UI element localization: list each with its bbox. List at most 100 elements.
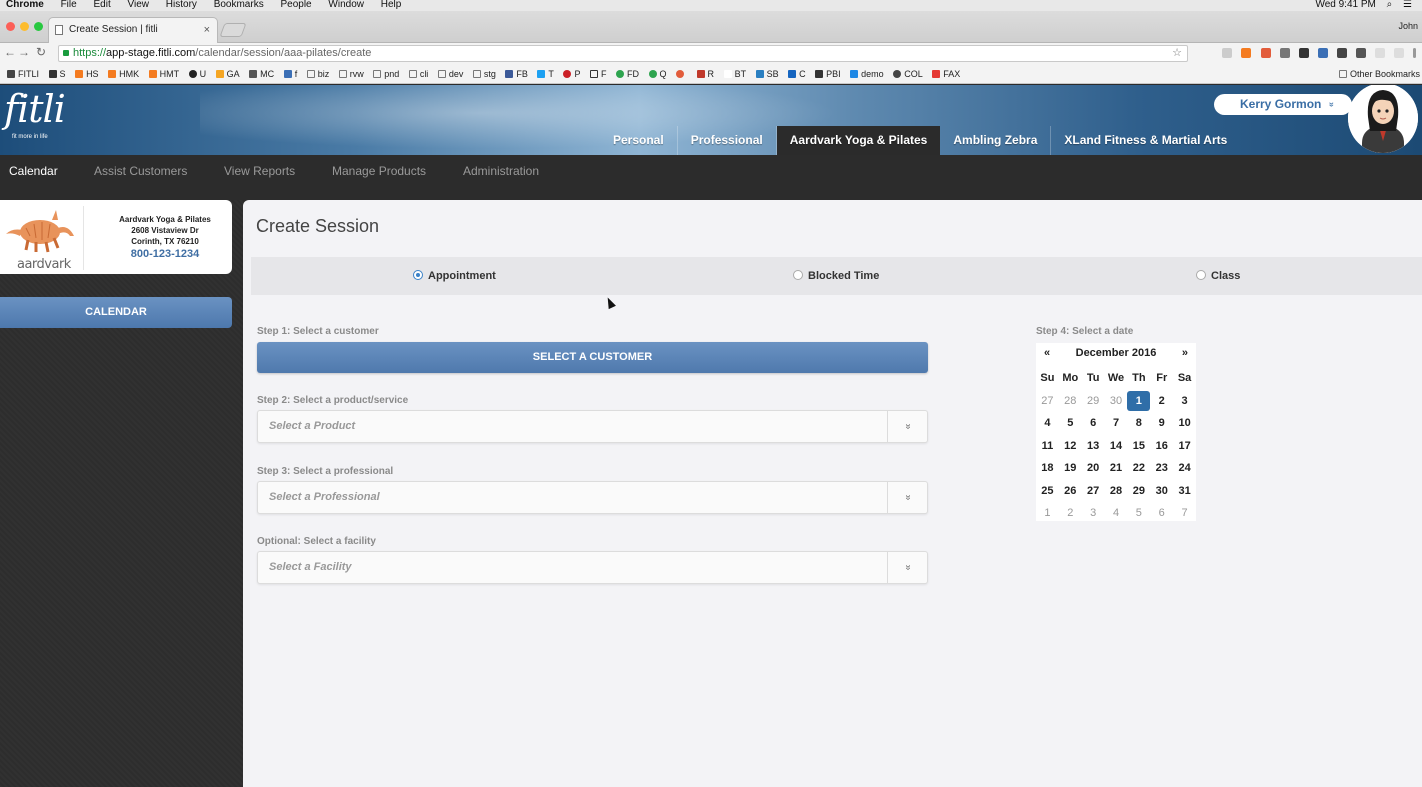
- bookmark-item[interactable]: biz: [306, 64, 329, 83]
- business-phone[interactable]: 800-123-1234: [92, 249, 238, 260]
- bookmark-item[interactable]: HMK: [108, 64, 139, 83]
- calendar-day[interactable]: 10: [1173, 412, 1196, 435]
- calendar-day[interactable]: 8: [1127, 412, 1150, 435]
- calendar-day-outside-month[interactable]: 4: [1105, 502, 1128, 525]
- menu-window[interactable]: Window: [328, 0, 364, 10]
- calendar-day-selected[interactable]: 1: [1127, 390, 1151, 411]
- bookmark-item[interactable]: FAX: [932, 64, 960, 83]
- minimize-window-icon[interactable]: [20, 22, 29, 31]
- calendar-day[interactable]: 28: [1105, 480, 1128, 503]
- professional-select[interactable]: Select a Professional »: [257, 481, 928, 514]
- bookmark-item[interactable]: Q: [648, 64, 667, 83]
- product-select[interactable]: Select a Product »: [257, 410, 928, 443]
- fitli-logo[interactable]: fitli: [4, 89, 66, 129]
- calendar-day[interactable]: 21: [1105, 457, 1128, 480]
- menu-view[interactable]: View: [128, 0, 150, 10]
- bookmark-item[interactable]: FITLI: [7, 64, 39, 83]
- avatar[interactable]: [1348, 85, 1418, 153]
- chrome-app-menu[interactable]: Chrome: [6, 0, 44, 10]
- calendar-day[interactable]: 3: [1173, 390, 1196, 413]
- menu-edit[interactable]: Edit: [93, 0, 110, 10]
- extension-icon[interactable]: [1393, 48, 1404, 58]
- extension-icon[interactable]: [1260, 48, 1271, 58]
- extension-icon[interactable]: [1279, 48, 1290, 58]
- bookmark-item[interactable]: cli: [408, 64, 428, 83]
- bookmark-item[interactable]: P: [563, 64, 580, 83]
- notification-list-icon[interactable]: ☰: [1403, 0, 1412, 10]
- bookmark-item[interactable]: MC: [249, 64, 274, 83]
- other-bookmarks-folder[interactable]: Other Bookmarks: [1338, 64, 1420, 83]
- calendar-day[interactable]: 20: [1082, 457, 1105, 480]
- calendar-day-outside-month[interactable]: 1: [1036, 502, 1059, 525]
- close-tab-icon[interactable]: ×: [204, 18, 210, 42]
- bookmark-item[interactable]: C: [788, 64, 806, 83]
- calendar-day-outside-month[interactable]: 29: [1082, 390, 1105, 413]
- calendar-day[interactable]: 26: [1059, 480, 1082, 503]
- calendar-day[interactable]: 30: [1150, 480, 1173, 503]
- calendar-day[interactable]: 14: [1105, 435, 1128, 458]
- calendar-day[interactable]: 13: [1082, 435, 1105, 458]
- radio-class[interactable]: Class: [1196, 269, 1240, 283]
- calendar-day[interactable]: 25: [1036, 480, 1059, 503]
- calendar-day-outside-month[interactable]: 27: [1036, 390, 1059, 413]
- chrome-menu-icon[interactable]: [1413, 48, 1416, 58]
- bookmark-item[interactable]: U: [188, 64, 206, 83]
- org-tab-aardvark[interactable]: Aardvark Yoga & Pilates: [776, 126, 941, 155]
- bookmark-item[interactable]: stg: [472, 64, 496, 83]
- calendar-day[interactable]: 4: [1036, 412, 1059, 435]
- menu-bookmarks[interactable]: Bookmarks: [214, 0, 264, 10]
- bookmark-item[interactable]: rvw: [338, 64, 364, 83]
- bookmark-item[interactable]: PBI: [815, 64, 841, 83]
- chevron-down-icon[interactable]: »: [887, 482, 927, 513]
- org-tab-personal[interactable]: Personal: [600, 126, 678, 155]
- extension-icon[interactable]: [1374, 48, 1385, 58]
- calendar-day-outside-month[interactable]: 30: [1105, 390, 1128, 413]
- calendar-day-outside-month[interactable]: 2: [1059, 502, 1082, 525]
- clock[interactable]: Wed 9:41 PM: [1315, 0, 1375, 10]
- calendar-day-outside-month[interactable]: 28: [1059, 390, 1082, 413]
- extension-icon[interactable]: [1222, 48, 1233, 58]
- subnav-manage-products[interactable]: Manage Products: [332, 155, 426, 188]
- calendar-button[interactable]: CALENDAR: [0, 297, 232, 328]
- org-tab-professional[interactable]: Professional: [678, 126, 777, 155]
- new-tab-button[interactable]: [219, 23, 247, 37]
- calendar-day[interactable]: 29: [1127, 480, 1150, 503]
- org-tab-xland[interactable]: XLand Fitness & Martial Arts: [1051, 126, 1240, 155]
- org-tab-ambling-zebra[interactable]: Ambling Zebra: [940, 126, 1052, 155]
- chevron-down-icon[interactable]: »: [887, 411, 927, 442]
- calendar-day[interactable]: 18: [1036, 457, 1059, 480]
- next-month-icon[interactable]: »: [1182, 347, 1188, 359]
- calendar-day-outside-month[interactable]: 5: [1127, 502, 1150, 525]
- bookmark-star-icon[interactable]: ☆: [1172, 46, 1182, 61]
- bookmark-item[interactable]: HS: [75, 64, 99, 83]
- calendar-day[interactable]: 5: [1059, 412, 1082, 435]
- calendar-day[interactable]: 24: [1173, 457, 1196, 480]
- menu-file[interactable]: File: [61, 0, 77, 10]
- address-bar[interactable]: https://app-stage.fitli.com/calendar/ses…: [58, 45, 1188, 62]
- bookmark-item[interactable]: T: [537, 64, 554, 83]
- bookmark-item[interactable]: R: [696, 64, 714, 83]
- radio-appointment[interactable]: Appointment: [413, 269, 496, 283]
- calendar-day[interactable]: 9: [1150, 412, 1173, 435]
- back-icon[interactable]: ←: [4, 45, 16, 59]
- extension-icon[interactable]: [1336, 48, 1347, 58]
- bookmark-item[interactable]: dev: [437, 64, 463, 83]
- date-picker-month[interactable]: December 2016: [1036, 347, 1196, 359]
- calendar-day[interactable]: 22: [1127, 457, 1150, 480]
- forward-icon[interactable]: →: [18, 45, 30, 59]
- subnav-assist-customers[interactable]: Assist Customers: [94, 155, 187, 188]
- gmail-extension-icon[interactable]: [1355, 48, 1366, 58]
- calendar-day-outside-month[interactable]: 7: [1173, 502, 1196, 525]
- calendar-day[interactable]: 12: [1059, 435, 1082, 458]
- calendar-day-outside-month[interactable]: 6: [1150, 502, 1173, 525]
- facility-select[interactable]: Select a Facility »: [257, 551, 928, 584]
- calendar-day[interactable]: 7: [1105, 412, 1128, 435]
- bookmark-item[interactable]: COL: [893, 64, 923, 83]
- close-window-icon[interactable]: [6, 22, 15, 31]
- bookmark-item[interactable]: SB: [755, 64, 779, 83]
- menu-help[interactable]: Help: [381, 0, 402, 10]
- spotlight-icon[interactable]: ⌕: [1387, 0, 1393, 10]
- bookmark-item[interactable]: GA: [215, 64, 240, 83]
- radio-blocked-time[interactable]: Blocked Time: [793, 269, 879, 283]
- subnav-administration[interactable]: Administration: [463, 155, 539, 188]
